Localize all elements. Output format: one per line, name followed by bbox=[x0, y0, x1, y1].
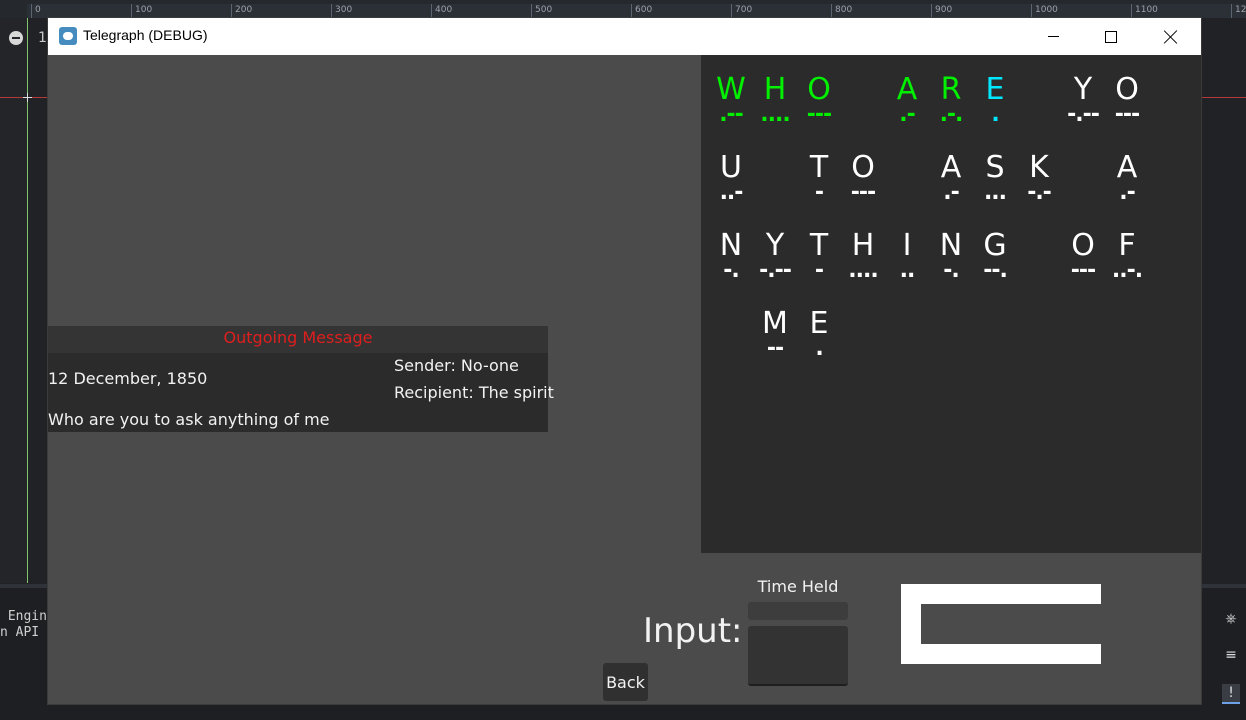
ruler-tick: 300 bbox=[331, 4, 352, 18]
message-recipient: Recipient: The spirit bbox=[394, 383, 554, 402]
message-header: Outgoing Message bbox=[223, 328, 373, 347]
ruler-tick-label: 900 bbox=[935, 5, 953, 15]
message-date: 12 December, 1850 bbox=[48, 369, 208, 388]
ruler-tick: 0 bbox=[31, 4, 41, 18]
origin-crosshair-icon bbox=[23, 93, 32, 102]
ruler-tick-label: 500 bbox=[535, 5, 553, 15]
viewport-indicator: 1 bbox=[38, 30, 47, 46]
morse-code: -.- bbox=[1027, 180, 1052, 205]
top-ruler: 0 100 200 300 400 500 600 700 800 900 1000 1100 1200 bbox=[0, 0, 1246, 18]
message-body: Who are you to ask anything of me bbox=[48, 410, 330, 429]
morse-code: .... bbox=[760, 102, 790, 127]
ruler-tick: 500 bbox=[531, 4, 552, 18]
ruler-tick: 1000 bbox=[1031, 4, 1058, 18]
ruler-tick: 700 bbox=[731, 4, 752, 18]
morse-code: --- bbox=[1070, 258, 1096, 283]
ruler-tick-label: 0 bbox=[35, 5, 41, 15]
morse-code: .. bbox=[899, 258, 916, 283]
ruler-tick-label: 800 bbox=[835, 5, 853, 15]
morse-code: --. bbox=[983, 258, 1008, 283]
game-window: Telegraph (DEBUG) Outgoing Message 12 De… bbox=[48, 18, 1201, 704]
morse-code: .-. bbox=[939, 102, 964, 127]
morse-code: .- bbox=[899, 102, 916, 127]
morse-code: ... bbox=[983, 180, 1007, 205]
ruler-tick-label: 600 bbox=[635, 5, 653, 15]
console-line: n API 1 bbox=[0, 625, 55, 640]
minimize-icon bbox=[1047, 36, 1059, 37]
brush-icon[interactable]: ⎈ bbox=[1222, 610, 1240, 628]
morse-code-panel: W .-- H.... O --- A .- R .-. E. Y -.-- O --- U ..- T - O --… bbox=[701, 55, 1201, 553]
ruler-tick: 100 bbox=[131, 4, 152, 18]
ruler-tick: 900 bbox=[931, 4, 952, 18]
morse-code: -- bbox=[766, 336, 784, 361]
minimize-button[interactable] bbox=[1024, 18, 1082, 55]
ruler-tick-label: 200 bbox=[235, 5, 253, 15]
editor-left-gutter bbox=[0, 18, 27, 583]
ruler-tick-label: 1000 bbox=[1035, 5, 1058, 15]
ruler-tick: 400 bbox=[431, 4, 452, 18]
close-icon bbox=[1164, 30, 1178, 44]
message-sender: Sender: No-one bbox=[394, 356, 519, 375]
console-line: Engine bbox=[0, 609, 55, 624]
zoom-out-icon[interactable] bbox=[9, 31, 23, 45]
morse-code: --- bbox=[850, 180, 876, 205]
morse-code: .... bbox=[848, 258, 878, 283]
close-button[interactable] bbox=[1142, 18, 1200, 55]
ruler-tick: 1200 bbox=[1231, 4, 1246, 18]
vertical-guide bbox=[27, 18, 28, 583]
morse-code: . bbox=[815, 336, 823, 361]
time-held-label: Time Held bbox=[757, 577, 839, 596]
morse-code: --- bbox=[1114, 102, 1140, 127]
maximize-icon bbox=[1105, 30, 1117, 43]
ruler-tick-label: 400 bbox=[435, 5, 453, 15]
morse-code: - bbox=[814, 258, 824, 283]
morse-code: --- bbox=[806, 102, 832, 127]
back-button[interactable]: Back bbox=[603, 663, 648, 701]
morse-code: -.-- bbox=[1067, 102, 1100, 127]
morse-code: - bbox=[814, 180, 824, 205]
morse-code: ..- bbox=[719, 180, 744, 205]
key-indicator-icon bbox=[901, 584, 1101, 664]
morse-code: -. bbox=[943, 258, 960, 283]
morse-code: -. bbox=[723, 258, 740, 283]
ruler-track: 0 100 200 300 400 500 600 700 800 900 1000 1100 1200 bbox=[27, 4, 1246, 18]
time-held-bar bbox=[748, 602, 848, 620]
morse-code: .- bbox=[943, 180, 960, 205]
ruler-tick: 800 bbox=[831, 4, 852, 18]
ruler-tick: 200 bbox=[231, 4, 252, 18]
output-console: Engine n API 1 bbox=[0, 609, 55, 641]
outgoing-message-panel: Outgoing Message 12 December, 1850 Sende… bbox=[48, 326, 554, 432]
message-header-bar: Outgoing Message bbox=[48, 326, 548, 353]
morse-code: .- bbox=[1119, 180, 1136, 205]
morse-code: -.-- bbox=[759, 258, 792, 283]
morse-code: ..-. bbox=[1111, 258, 1143, 283]
ruler-tick-label: 700 bbox=[735, 5, 753, 15]
indent-icon[interactable]: ≡ bbox=[1222, 646, 1240, 664]
ruler-tick-label: 100 bbox=[135, 5, 153, 15]
window-titlebar[interactable]: Telegraph (DEBUG) bbox=[48, 18, 1201, 55]
godot-app-icon bbox=[59, 27, 77, 45]
maximize-button[interactable] bbox=[1082, 18, 1140, 55]
alert-icon[interactable]: ! bbox=[1222, 684, 1240, 704]
morse-code: . bbox=[991, 102, 999, 127]
telegraph-key-input[interactable] bbox=[748, 626, 848, 686]
ruler-tick-label: 1100 bbox=[1135, 5, 1158, 15]
input-label: Input: bbox=[643, 611, 743, 651]
game-content: Outgoing Message 12 December, 1850 Sende… bbox=[48, 55, 1201, 704]
morse-code: .-- bbox=[719, 102, 744, 127]
ruler-tick-label: 1200 bbox=[1235, 5, 1246, 15]
ruler-tick-label: 300 bbox=[335, 5, 353, 15]
ruler-tick: 1100 bbox=[1131, 4, 1158, 18]
window-title: Telegraph (DEBUG) bbox=[83, 27, 208, 43]
ruler-tick: 600 bbox=[631, 4, 652, 18]
